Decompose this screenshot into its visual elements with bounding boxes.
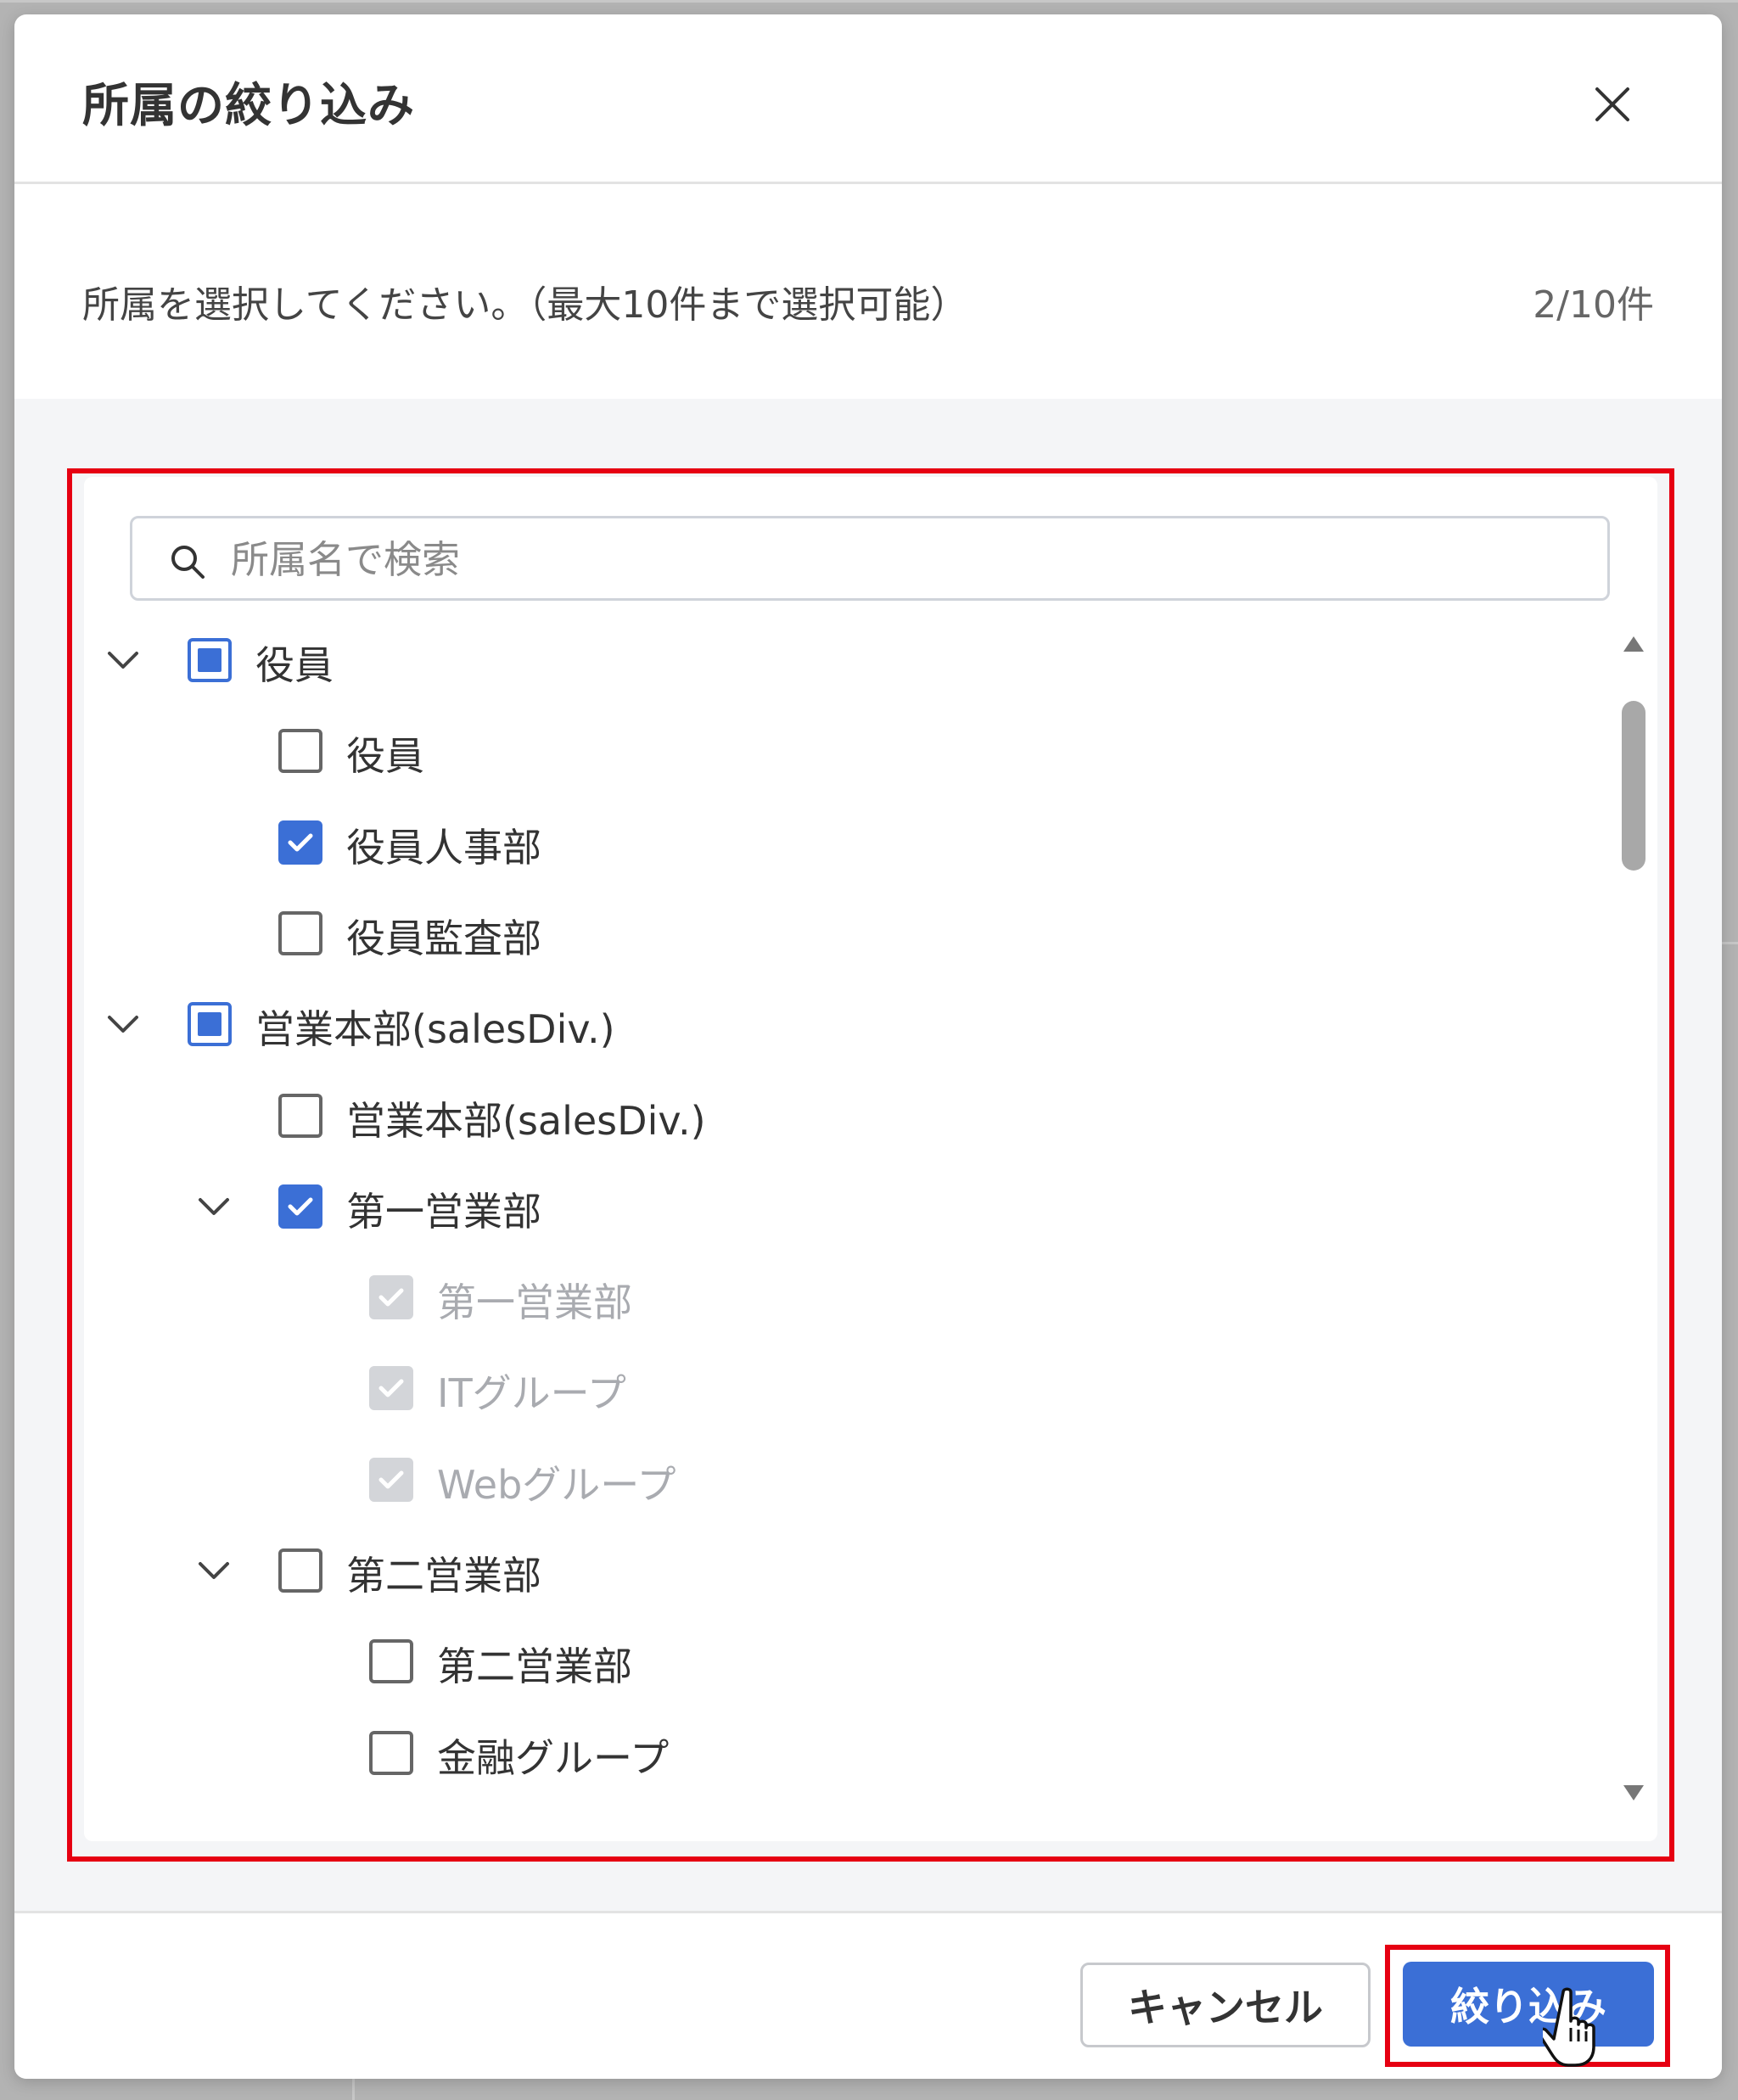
background-divider [0, 0, 1738, 3]
organization-tree: 役員 役員役員人事部役員監査部営業本部(salesDiv.) 営業本部(salesD… [84, 626, 1612, 1814]
selection-count: 2/10件 [1533, 283, 1654, 327]
checkmark-icon [378, 1379, 404, 1397]
tree-node-label: 第二営業部 [437, 1644, 632, 1689]
tree-node: 役員 [84, 717, 1527, 785]
dialog-header: 所属の絞り込み [14, 14, 1722, 184]
tree-checkbox[interactable] [369, 1731, 413, 1775]
instruction-row: 所属を選択してください。（最大10件まで選択可能） 2/10件 [14, 187, 1722, 399]
tree-node: 金融グループ [84, 1719, 1527, 1787]
dialog-footer: キャンセル 絞り込み [14, 1911, 1722, 2079]
tree-node-label: 役員 [255, 642, 334, 688]
tree-node: 役員監査部 [84, 899, 1527, 967]
scrollbar[interactable] [1617, 626, 1651, 1814]
chevron-down-icon[interactable] [195, 1552, 233, 1589]
scroll-up-arrow-icon[interactable] [1622, 635, 1645, 653]
tree-checkbox[interactable] [278, 820, 322, 865]
apply-filter-button[interactable]: 絞り込み [1403, 1962, 1654, 2047]
background-divider [352, 2079, 355, 2100]
close-icon[interactable] [1589, 81, 1636, 128]
tree-checkbox[interactable] [278, 1548, 322, 1593]
tree-node: 営業本部(salesDiv.) [84, 1082, 1527, 1150]
dialog-body: 役員役員役員人事部役員監査部営業本部(salesDiv.) 営業本部(salesD… [14, 399, 1722, 1911]
tree-node-label: 第一営業部 [437, 1280, 632, 1325]
tree-node-label: 役員 [346, 733, 424, 779]
chevron-down-icon[interactable] [104, 641, 142, 679]
tree-checkbox[interactable] [278, 729, 322, 773]
tree-node-label: 第二営業部 [346, 1553, 541, 1599]
search-box[interactable] [130, 516, 1610, 601]
tree-node: 第二営業部 [84, 1627, 1527, 1695]
tree-node: Webグループ [84, 1446, 1527, 1514]
tree-checkbox[interactable] [188, 1002, 232, 1046]
tree-node: ITグループ [84, 1354, 1527, 1422]
tree-node: 第一営業部 [84, 1173, 1527, 1240]
tree-checkbox[interactable] [278, 911, 322, 955]
filter-dialog: 所属の絞り込み 所属を選択してください。（最大10件まで選択可能） 2/10件 [14, 14, 1722, 2079]
chevron-down-icon[interactable] [195, 1188, 233, 1225]
tree-checkbox[interactable] [278, 1094, 322, 1138]
tree-node-label: 第一営業部 [346, 1189, 541, 1235]
hand-cursor-icon [1537, 1985, 1611, 2070]
tree-node-label: 営業本部(salesDiv.) [255, 1006, 615, 1052]
tree-node: 第二営業部 [84, 1537, 1527, 1604]
tree-node: 役員人事部 [84, 809, 1527, 876]
tree-node-label: 金融グループ [437, 1735, 670, 1781]
tree-node-label: ITグループ [437, 1370, 626, 1416]
tree-panel: 役員役員役員人事部役員監査部営業本部(salesDiv.) 営業本部(salesD… [84, 477, 1657, 1841]
cancel-button[interactable]: キャンセル [1080, 1963, 1371, 2047]
checkmark-icon [378, 1288, 404, 1307]
background-divider [1722, 942, 1738, 944]
tree-checkbox[interactable] [369, 1639, 413, 1683]
instruction-text: 所属を選択してください。（最大10件まで選択可能） [82, 283, 968, 327]
tree-checkbox[interactable] [278, 1184, 322, 1229]
tree-checkbox [369, 1458, 413, 1502]
tree-checkbox [369, 1366, 413, 1410]
tree-node-label: 営業本部(salesDiv.) [346, 1098, 706, 1144]
scroll-thumb[interactable] [1622, 701, 1645, 871]
tree-node-label: Webグループ [437, 1462, 676, 1508]
tree-node-label: 役員人事部 [346, 825, 541, 871]
tree-node: 営業本部(salesDiv.) [84, 990, 1527, 1058]
tree-node-label: 役員監査部 [346, 916, 541, 961]
search-icon [168, 542, 207, 581]
chevron-down-icon[interactable] [104, 1005, 142, 1043]
scroll-down-arrow-icon[interactable] [1622, 1784, 1645, 1802]
checkmark-icon [288, 1197, 313, 1216]
checkmark-icon [288, 833, 313, 852]
dialog-title: 所属の絞り込み [82, 78, 416, 132]
tree-checkbox[interactable] [188, 638, 232, 682]
tree-checkbox [369, 1275, 413, 1319]
tree-node: 役員 [84, 626, 1527, 694]
tree-node: 第一営業部 [84, 1263, 1527, 1331]
checkmark-icon [378, 1470, 404, 1489]
search-input[interactable] [231, 532, 1572, 586]
